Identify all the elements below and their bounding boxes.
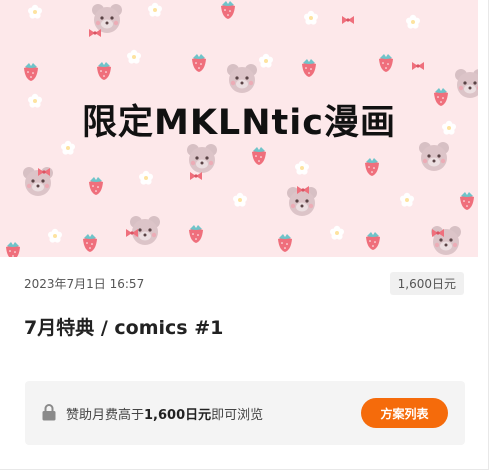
locked-content-notice: 赞助月费高于1,600日元即可浏览 方案列表	[25, 381, 465, 445]
post-card[interactable]: 限定MKLNtic漫画 2023年7月1日 16:57 1,600日元 7月特典…	[0, 0, 489, 470]
plan-list-button[interactable]: 方案列表	[361, 398, 448, 428]
lock-notice-amount: 1,600日元	[144, 408, 212, 423]
banner-image[interactable]: 限定MKLNtic漫画	[0, 0, 478, 257]
lock-notice-prefix: 赞助月费高于	[66, 408, 145, 423]
post-title[interactable]: 7月特典 / comics #1	[24, 313, 223, 340]
price-badge: 1,600日元	[389, 272, 464, 295]
post-date: 2023年7月1日 16:57	[24, 277, 145, 291]
lock-notice-text: 赞助月费高于1,600日元即可浏览	[66, 404, 263, 423]
lock-icon	[42, 404, 56, 421]
post-meta: 2023年7月1日 16:57 1,600日元	[24, 272, 464, 295]
banner-title: 限定MKLNtic漫画	[81, 103, 397, 143]
lock-notice-suffix: 即可浏览	[211, 408, 264, 423]
